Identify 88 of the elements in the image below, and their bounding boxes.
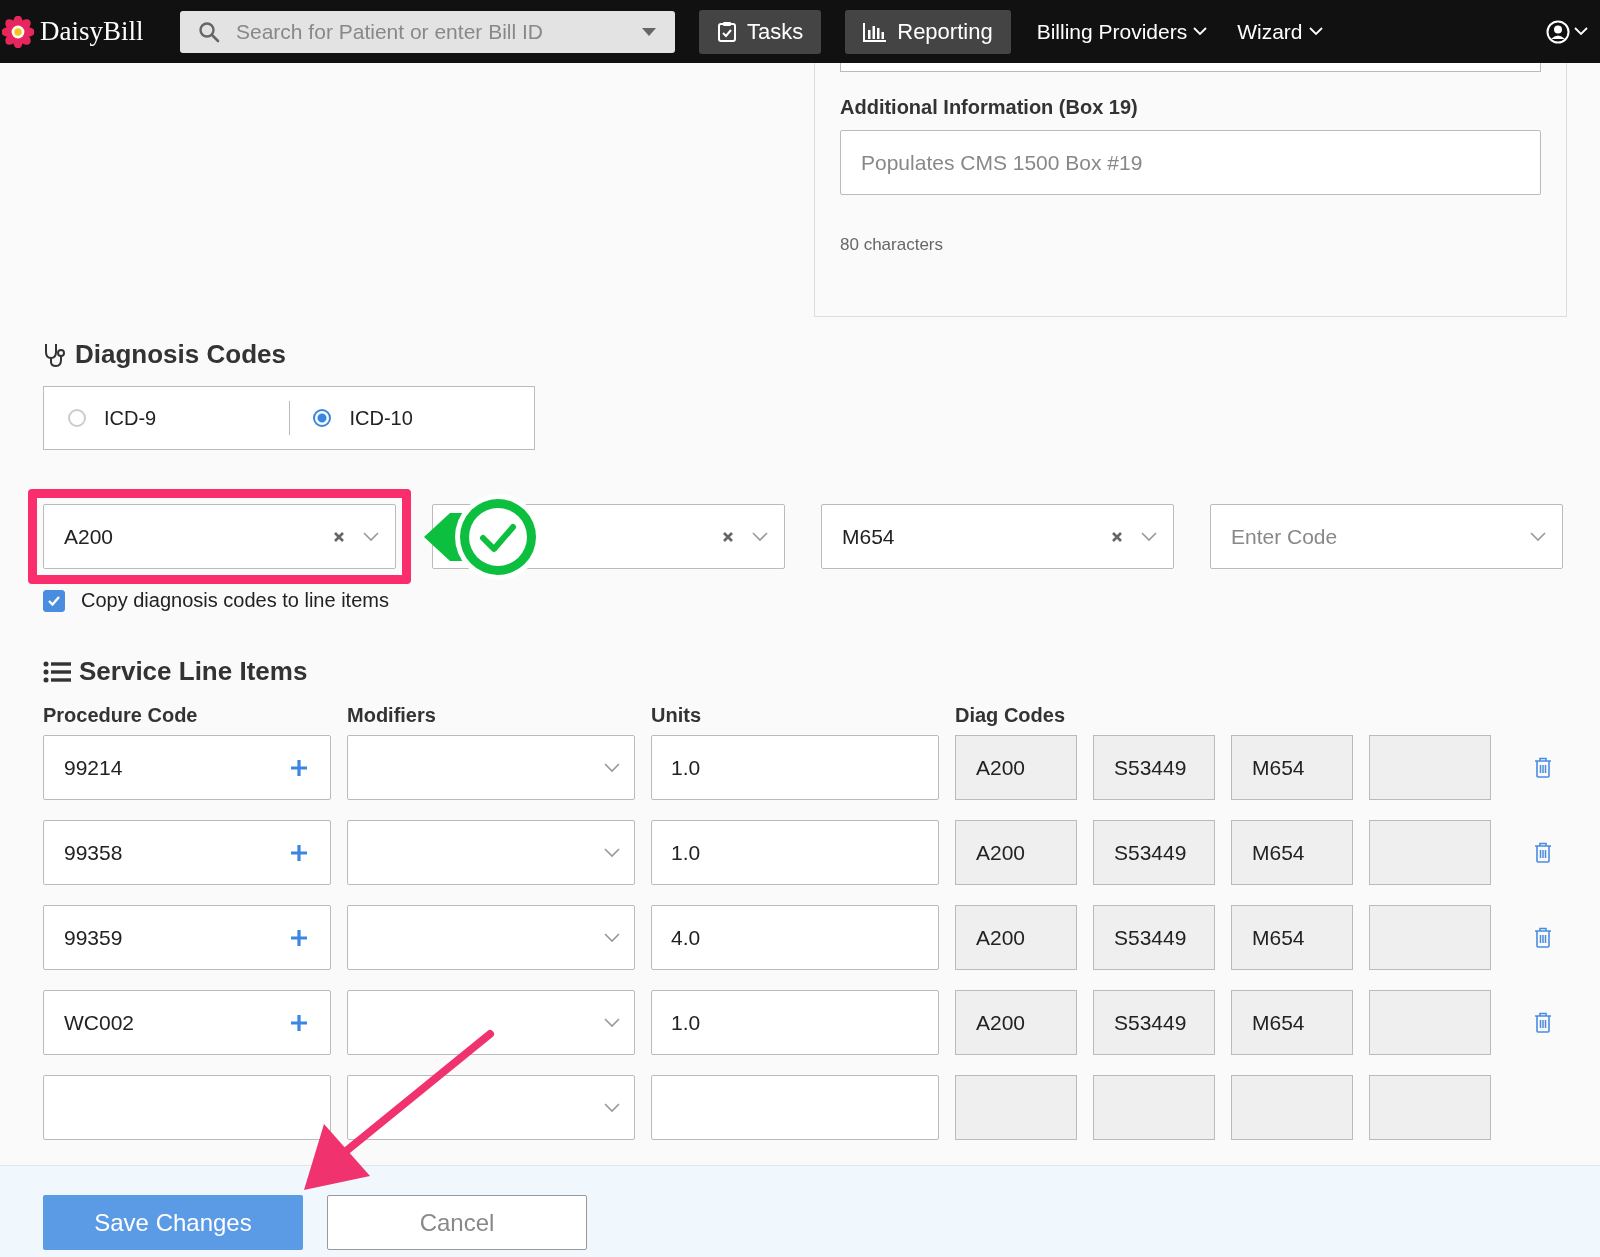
column-header: Diag Codes bbox=[955, 704, 1067, 727]
chevron-down-icon[interactable] bbox=[604, 932, 620, 943]
checkbox-label: Copy diagnosis codes to line items bbox=[81, 589, 389, 612]
diag-code-cell: A200 bbox=[955, 905, 1077, 970]
procedure-code-field[interactable]: 99358 bbox=[43, 820, 331, 885]
chevron-down-icon[interactable] bbox=[604, 1017, 620, 1028]
input-field[interactable] bbox=[840, 63, 1541, 72]
modifiers-select[interactable] bbox=[347, 820, 635, 885]
nav-menu[interactable]: Wizard bbox=[1237, 19, 1323, 44]
diag-code-cell: S53449 bbox=[1093, 905, 1215, 970]
diagnosis-code-select[interactable]: M654 bbox=[821, 504, 1174, 569]
units-field[interactable] bbox=[651, 1075, 939, 1140]
plus-icon[interactable] bbox=[290, 1013, 308, 1032]
input-field[interactable]: Populates CMS 1500 Box #19 bbox=[840, 130, 1541, 195]
diag-code-cell: M654 bbox=[1231, 820, 1353, 885]
search-field[interactable]: Search for Patient or enter Bill ID bbox=[180, 10, 675, 53]
chevron-down-icon[interactable] bbox=[604, 1102, 620, 1113]
clipboard-check-icon bbox=[717, 20, 737, 43]
plus-icon[interactable] bbox=[290, 758, 308, 777]
chevron-down-icon[interactable] bbox=[604, 762, 620, 773]
radio-label: ICD-9 bbox=[104, 406, 157, 430]
trash-icon[interactable] bbox=[1534, 757, 1552, 778]
diag-code-cell: A200 bbox=[955, 820, 1077, 885]
checkbox[interactable] bbox=[43, 589, 65, 612]
diag-code-cell: S53449 bbox=[1093, 735, 1215, 800]
chevron-down-icon bbox=[1193, 27, 1208, 36]
chevron-down-icon bbox=[1574, 27, 1588, 36]
procedure-code-field[interactable]: WC002 bbox=[43, 990, 331, 1055]
plus-icon[interactable] bbox=[290, 928, 308, 947]
modifiers-select[interactable] bbox=[347, 990, 635, 1055]
diag-code-cell: S53449 bbox=[1093, 990, 1215, 1055]
stethoscope-icon bbox=[43, 341, 67, 368]
diag-code-cell: A200 bbox=[955, 735, 1077, 800]
diag-code-cell: S53449 bbox=[1093, 820, 1215, 885]
dropdown-caret-icon[interactable] bbox=[641, 26, 657, 37]
diag-code-cell: A200 bbox=[955, 990, 1077, 1055]
list-icon bbox=[43, 660, 71, 683]
chevron-down-icon[interactable] bbox=[752, 531, 768, 542]
code-set-radio[interactable]: ICD-9 bbox=[44, 406, 289, 430]
chevron-down-icon[interactable] bbox=[1141, 531, 1157, 542]
units-field[interactable]: 1.0 bbox=[651, 735, 939, 800]
brand-name[interactable]: DaisyBill bbox=[40, 16, 144, 47]
cancel-button[interactable]: Cancel bbox=[327, 1195, 587, 1250]
diagnosis-code-select[interactable]: A200 bbox=[43, 504, 396, 569]
procedure-code-field[interactable]: 99359 bbox=[43, 905, 331, 970]
user-menu-button[interactable] bbox=[1546, 19, 1588, 44]
column-header: Modifiers bbox=[347, 704, 437, 727]
checkmark-icon bbox=[47, 594, 61, 607]
section-title: Diagnosis Codes bbox=[75, 339, 286, 370]
chevron-down-icon bbox=[1308, 27, 1323, 36]
column-header: Procedure Code bbox=[43, 704, 199, 727]
code-set-radio[interactable]: ICD-10 bbox=[289, 406, 534, 430]
units-field[interactable]: 1.0 bbox=[651, 990, 939, 1055]
chevron-down-icon[interactable] bbox=[1530, 531, 1546, 542]
section-title: Service Line Items bbox=[79, 656, 308, 687]
modifiers-select[interactable] bbox=[347, 1075, 635, 1140]
diagnosis-code-select[interactable]: Enter Code bbox=[1210, 504, 1563, 569]
nav-menu[interactable]: Billing Providers bbox=[1036, 19, 1208, 44]
clear-icon[interactable] bbox=[722, 530, 734, 543]
tasks-button[interactable]: Tasks bbox=[699, 9, 822, 54]
user-avatar-icon bbox=[1546, 19, 1570, 44]
modifiers-select[interactable] bbox=[347, 735, 635, 800]
diag-code-cell: M654 bbox=[1231, 990, 1353, 1055]
search-icon bbox=[198, 20, 220, 43]
trash-icon[interactable] bbox=[1534, 927, 1552, 948]
reporting-button[interactable]: Reporting bbox=[845, 9, 1011, 54]
procedure-code-field[interactable]: 99214 bbox=[43, 735, 331, 800]
radio-label: ICD-10 bbox=[349, 406, 413, 430]
radio-button[interactable] bbox=[313, 409, 332, 427]
procedure-code-field[interactable] bbox=[43, 1075, 331, 1140]
bar-chart-icon bbox=[863, 21, 888, 42]
trash-icon[interactable] bbox=[1534, 842, 1552, 863]
units-field[interactable]: 1.0 bbox=[651, 820, 939, 885]
column-header: Units bbox=[651, 704, 702, 727]
radio-button[interactable] bbox=[68, 409, 86, 427]
modifiers-select[interactable] bbox=[347, 905, 635, 970]
field-label: Additional Information (Box 19) bbox=[840, 96, 1139, 119]
chevron-down-icon[interactable] bbox=[363, 531, 379, 542]
diag-code-cell: M654 bbox=[1231, 735, 1353, 800]
trash-icon[interactable] bbox=[1534, 1012, 1552, 1033]
plus-icon[interactable] bbox=[290, 843, 308, 862]
clear-icon[interactable] bbox=[333, 530, 345, 543]
flower-logo-icon bbox=[2, 15, 34, 48]
character-limit-hint: 80 characters bbox=[840, 235, 944, 255]
chevron-down-icon[interactable] bbox=[604, 847, 620, 858]
units-field[interactable]: 4.0 bbox=[651, 905, 939, 970]
clear-icon[interactable] bbox=[1111, 530, 1123, 543]
diag-code-cell: M654 bbox=[1231, 905, 1353, 970]
